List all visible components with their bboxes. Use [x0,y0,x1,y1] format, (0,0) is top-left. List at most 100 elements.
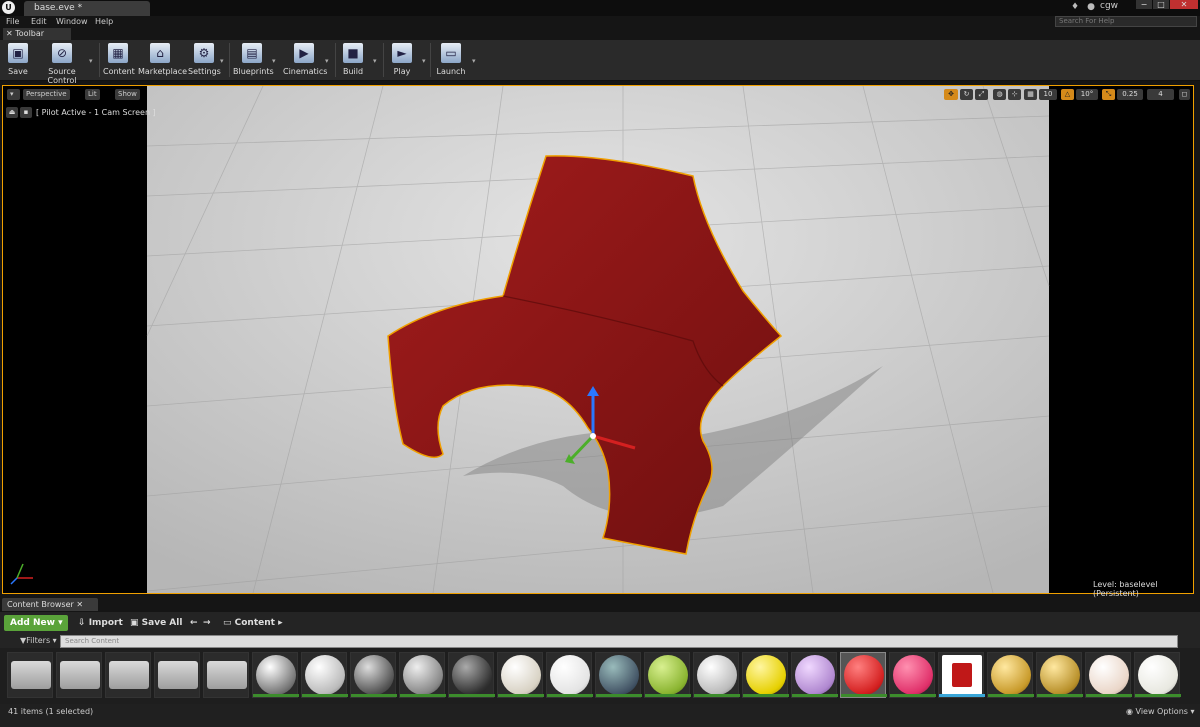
save-button[interactable]: ▣ Save [4,42,32,79]
source-control-status-icon[interactable]: ● [1084,1,1098,14]
save-icon: ▣ [8,43,28,63]
blueprints-button[interactable]: ▤ Blueprints [233,42,274,79]
material-thumbnail [893,655,933,695]
settings-dropdown-icon[interactable]: ▾ [220,57,228,65]
notification-icon[interactable]: ♦ [1068,1,1082,14]
coordinate-system-icon[interactable]: ◍ [993,89,1006,100]
cinematics-button[interactable]: ▶ Cinematics [283,42,328,79]
toolbar-tab[interactable]: ✕ Toolbar [3,28,71,40]
cinematics-label: Cinematics [283,67,328,76]
rotate-tool-icon[interactable]: ↻ [960,89,973,100]
material-item[interactable] [1036,652,1083,698]
perspective-button[interactable]: Perspective [23,89,70,100]
build-button[interactable]: ■ Build [339,42,367,79]
pilot-active-label: [ Pilot Active - 1 Cam Screen ] [36,108,156,117]
material-item[interactable] [1085,652,1132,698]
menu-edit[interactable]: Edit [31,16,47,27]
launch-button[interactable]: ▭ Launch [434,42,468,79]
document-tab[interactable]: base.eve * [24,1,150,16]
material-thumbnail [844,655,884,695]
restore-button[interactable]: □ [1153,0,1169,9]
scale-snap-value[interactable]: 0.25 [1117,89,1143,100]
view-options-button[interactable]: ◉ View Options ▾ [1126,707,1195,716]
folder-item[interactable] [154,652,200,698]
pilot-camera-icon[interactable]: ▪ [20,107,32,118]
source-control-label: Source Control [47,67,77,85]
menu-window[interactable]: Window [56,16,88,27]
level-viewport[interactable]: ▾ Perspective Lit Show ⏏ ▪ [ Pilot Activ… [2,85,1194,598]
folder-item[interactable] [7,652,53,698]
content-browser-tab[interactable]: Content Browser ✕ [2,598,98,611]
pilot-eject-icon[interactable]: ⏏ [6,107,18,118]
material-item[interactable] [595,652,642,698]
folder-item[interactable] [105,652,151,698]
minimize-button[interactable]: − [1136,0,1152,9]
menu-file[interactable]: File [6,16,19,27]
viewport-options-button[interactable]: ▾ [7,89,20,100]
grid-snap-icon[interactable]: ▦ [1024,89,1037,100]
content-button[interactable]: ▦ Content [103,42,135,79]
material-item[interactable] [1134,652,1181,698]
help-search-input[interactable]: Search For Help [1055,16,1197,27]
history-forward-icon[interactable]: → [203,618,211,628]
folder-item[interactable] [203,652,249,698]
material-item[interactable] [301,652,348,698]
launch-dropdown-icon[interactable]: ▾ [472,57,480,65]
material-item[interactable] [742,652,789,698]
main-toolbar: ▣ Save ⊘ Source Control ▾ ▦ Content ⌂ Ma… [0,40,1200,85]
grid-snap-value[interactable]: 10 [1039,89,1057,100]
material-item[interactable] [399,652,446,698]
material-thumbnail [550,655,590,695]
play-dropdown-icon[interactable]: ▾ [422,57,430,65]
material-item-selected[interactable] [840,652,887,698]
material-thumbnail [795,655,835,695]
build-dropdown-icon[interactable]: ▾ [373,57,381,65]
cinematics-dropdown-icon[interactable]: ▾ [325,57,333,65]
surface-snapping-icon[interactable]: ⊹ [1008,89,1021,100]
material-item[interactable] [791,652,838,698]
launch-icon: ▭ [441,43,461,63]
material-thumbnail [305,655,345,695]
material-item[interactable] [350,652,397,698]
maximize-viewport-icon[interactable]: ◻ [1179,89,1190,100]
material-item[interactable] [693,652,740,698]
blueprints-dropdown-icon[interactable]: ▾ [272,57,280,65]
folder-item[interactable] [56,652,102,698]
rotation-snap-icon[interactable]: △ [1061,89,1074,100]
source-control-icon: ⊘ [52,43,72,63]
mesh-item[interactable] [938,652,985,698]
material-item[interactable] [644,652,691,698]
add-new-button[interactable]: Add New ▾ [4,615,68,631]
show-button[interactable]: Show [115,89,140,100]
rotation-snap-value[interactable]: 10° [1076,89,1098,100]
material-item[interactable] [448,652,495,698]
settings-button[interactable]: ⚙ Settings [188,42,221,79]
scale-tool-icon[interactable]: ⤢ [975,89,988,100]
material-thumbnail [501,655,541,695]
lit-button[interactable]: Lit [85,89,100,100]
menu-help[interactable]: Help [95,16,113,27]
marketplace-button[interactable]: ⌂ Marketplace [138,42,187,79]
path-breadcrumb[interactable]: ▭ Content ▸ [223,618,283,628]
material-item[interactable] [889,652,936,698]
search-content-input[interactable]: Search Content [60,635,1178,648]
scale-snap-icon[interactable]: ⤡ [1102,89,1115,100]
save-all-button[interactable]: ▣ Save All [130,618,182,628]
play-button[interactable]: ► Play [387,42,417,79]
history-back-icon[interactable]: ← [190,618,198,628]
material-item[interactable] [497,652,544,698]
search-icon[interactable]: ⌕ [1165,634,1170,644]
filters-button[interactable]: ▼Filters ▾ [20,636,57,645]
source-control-button[interactable]: ⊘ Source Control [36,42,88,85]
camera-speed-value[interactable]: 4 [1147,89,1174,100]
source-control-dropdown-icon[interactable]: ▾ [89,57,97,65]
build-icon: ■ [343,43,363,63]
material-item[interactable] [546,652,593,698]
unreal-editor-window: U base.eve * ♦ ● cgw − □ ✕ File Edit Win… [0,0,1200,727]
translate-tool-icon[interactable]: ✥ [944,89,958,100]
material-item[interactable] [252,652,299,698]
material-item[interactable] [987,652,1034,698]
unreal-logo-icon[interactable]: U [2,1,15,14]
import-button[interactable]: ⇩ Import [78,618,123,628]
close-button[interactable]: ✕ [1170,0,1198,9]
